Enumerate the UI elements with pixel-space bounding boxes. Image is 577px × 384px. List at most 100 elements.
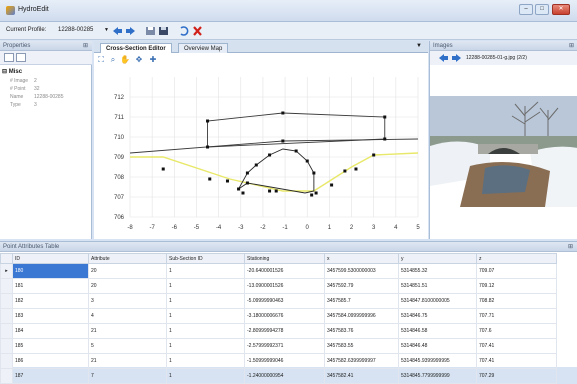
table-cell[interactable]: -5.09999990463 bbox=[244, 293, 325, 309]
table-cell[interactable]: 1 bbox=[166, 293, 245, 309]
maximize-button[interactable]: □ bbox=[535, 4, 549, 15]
table-cell[interactable]: 3457584.0999999996 bbox=[324, 308, 399, 324]
pan-hand-icon[interactable]: ✋ bbox=[120, 55, 130, 65]
table-row[interactable]: 185 5 1 -2.57999992371 3457583.55 5314846.48 7… bbox=[0, 338, 557, 354]
row-selector[interactable] bbox=[0, 308, 13, 324]
table-cell[interactable]: 1 bbox=[166, 278, 245, 294]
table-cell[interactable]: 185 bbox=[12, 338, 89, 354]
property-row[interactable]: Name 12288-00285 bbox=[10, 94, 63, 100]
table-cell[interactable]: -2.57999992371 bbox=[244, 338, 325, 354]
table-row[interactable]: 181 20 1 -13.0900001526 3457592.79 5314851.51… bbox=[0, 278, 557, 294]
table-cell[interactable]: 186 bbox=[12, 353, 89, 369]
table-cell[interactable]: -2.80999994278 bbox=[244, 323, 325, 339]
save-icon[interactable] bbox=[145, 26, 156, 36]
table-cell[interactable]: 1 bbox=[166, 323, 245, 339]
table-cell[interactable]: 3457583.55 bbox=[324, 338, 399, 354]
table-row[interactable]: 183 4 1 -3.18000006676 3457584.0999999996 531… bbox=[0, 308, 557, 324]
table-cell[interactable]: 180 bbox=[12, 263, 89, 279]
zoom-extent-icon[interactable]: ⛶ bbox=[96, 55, 106, 65]
undo-icon[interactable] bbox=[178, 26, 189, 36]
column-header-stationing[interactable]: Stationing bbox=[244, 253, 325, 264]
property-group-misc[interactable]: ⊟ Misc bbox=[2, 68, 22, 75]
table-cell[interactable]: 3457582.6399999997 bbox=[324, 353, 399, 369]
minimize-button[interactable]: – bbox=[519, 4, 533, 15]
table-cell[interactable]: 708.82 bbox=[476, 293, 557, 309]
table-cell[interactable]: 5314845.7799999999 bbox=[398, 368, 477, 384]
table-cell[interactable]: 20 bbox=[88, 263, 167, 279]
row-selector[interactable]: ▸ bbox=[0, 263, 13, 279]
chevron-down-icon[interactable]: ▼ bbox=[416, 43, 422, 49]
table-cell[interactable]: 5314855.32 bbox=[398, 263, 477, 279]
table-cell[interactable]: 5314851.51 bbox=[398, 278, 477, 294]
delete-icon[interactable] bbox=[192, 26, 203, 36]
table-cell[interactable]: 182 bbox=[12, 293, 89, 309]
table-row[interactable]: ▸ 180 20 1 -20.6400001526 3457599.5300000003 5… bbox=[0, 263, 557, 279]
table-cell[interactable]: -1.24000000954 bbox=[244, 368, 325, 384]
table-cell[interactable]: 3457583.76 bbox=[324, 323, 399, 339]
table-cell[interactable]: -1.50999999046 bbox=[244, 353, 325, 369]
current-profile-select[interactable]: 12288-00285 bbox=[58, 27, 93, 33]
table-cell[interactable]: 5314846.58 bbox=[398, 323, 477, 339]
table-cell[interactable]: 3457582.41 bbox=[324, 368, 399, 384]
table-row[interactable]: 186 21 1 -1.50999999046 3457582.6399999997 53… bbox=[0, 353, 557, 369]
table-cell[interactable]: 1 bbox=[166, 308, 245, 324]
table-cell[interactable]: 1 bbox=[166, 368, 245, 384]
previous-image-icon[interactable] bbox=[438, 53, 449, 63]
table-cell[interactable]: 187 bbox=[12, 368, 89, 384]
property-row[interactable]: # Image 2 bbox=[10, 78, 37, 84]
pin-icon[interactable]: ⊞ bbox=[83, 41, 88, 51]
tab-cross-section-editor[interactable]: Cross-Section Editor bbox=[100, 43, 172, 53]
tab-overview-map[interactable]: Overview Map bbox=[178, 43, 229, 53]
row-selector[interactable] bbox=[0, 353, 13, 369]
table-cell[interactable]: 709.07 bbox=[476, 263, 557, 279]
row-selector[interactable] bbox=[0, 278, 13, 294]
table-cell[interactable]: 1 bbox=[166, 338, 245, 354]
table-cell[interactable]: 181 bbox=[12, 278, 89, 294]
alphabetical-sort-icon[interactable] bbox=[16, 53, 26, 62]
table-cell[interactable]: 183 bbox=[12, 308, 89, 324]
close-button[interactable]: ✕ bbox=[552, 4, 570, 15]
column-header-x[interactable]: x bbox=[324, 253, 399, 264]
table-cell[interactable]: 5314845.9399999995 bbox=[398, 353, 477, 369]
column-header-attribute[interactable]: Attribute bbox=[88, 253, 167, 264]
table-cell[interactable]: 5314846.48 bbox=[398, 338, 477, 354]
table-cell[interactable]: 184 bbox=[12, 323, 89, 339]
table-row[interactable]: 182 3 1 -5.09999990463 3457585.7 5314847.8100… bbox=[0, 293, 557, 309]
zoom-icon[interactable]: ⌕ bbox=[108, 55, 118, 65]
table-cell[interactable]: 7 bbox=[88, 368, 167, 384]
table-cell[interactable]: 5314846.75 bbox=[398, 308, 477, 324]
property-row[interactable]: Type 3 bbox=[10, 102, 37, 108]
save-all-icon[interactable] bbox=[158, 26, 169, 36]
forward-arrow-icon[interactable] bbox=[125, 26, 136, 36]
table-cell[interactable]: 21 bbox=[88, 353, 167, 369]
table-cell[interactable]: 1 bbox=[166, 353, 245, 369]
categorized-view-icon[interactable] bbox=[4, 53, 14, 62]
back-arrow-icon[interactable] bbox=[112, 26, 123, 36]
site-photo[interactable] bbox=[430, 96, 577, 207]
table-cell[interactable]: 5 bbox=[88, 338, 167, 354]
next-image-icon[interactable] bbox=[451, 53, 462, 63]
table-cell[interactable]: 20 bbox=[88, 278, 167, 294]
table-cell[interactable]: 3 bbox=[88, 293, 167, 309]
column-header-y[interactable]: y bbox=[398, 253, 477, 264]
table-cell[interactable]: 3457592.79 bbox=[324, 278, 399, 294]
row-selector[interactable] bbox=[0, 338, 13, 354]
cross-section-chart[interactable]: -8 -7 -6 -5 -4 -3 -2 -1 0 1 2 3 4 5 706 707 708 709 710 711… bbox=[94, 67, 428, 239]
table-cell[interactable]: 707.41 bbox=[476, 353, 557, 369]
column-header-id[interactable]: ID bbox=[12, 253, 89, 264]
move-point-icon[interactable]: ✥ bbox=[134, 55, 144, 65]
table-cell[interactable]: 707.29 bbox=[476, 368, 557, 384]
table-cell[interactable]: 4 bbox=[88, 308, 167, 324]
table-cell[interactable]: 707.41 bbox=[476, 338, 557, 354]
add-point-icon[interactable]: ✚ bbox=[148, 55, 158, 65]
table-cell[interactable]: -20.6400001526 bbox=[244, 263, 325, 279]
pin-icon[interactable]: ⊞ bbox=[569, 41, 574, 51]
chevron-down-icon[interactable]: ▼ bbox=[104, 27, 109, 33]
row-selector[interactable] bbox=[0, 323, 13, 339]
table-cell[interactable]: 707.6 bbox=[476, 323, 557, 339]
column-header-sub-section-id[interactable]: Sub-Section ID bbox=[166, 253, 245, 264]
column-header-z[interactable]: z bbox=[476, 253, 557, 264]
row-selector[interactable] bbox=[0, 293, 13, 309]
table-cell[interactable]: 21 bbox=[88, 323, 167, 339]
table-row[interactable]: 184 21 1 -2.80999994278 3457583.76 5314846.58… bbox=[0, 323, 557, 339]
